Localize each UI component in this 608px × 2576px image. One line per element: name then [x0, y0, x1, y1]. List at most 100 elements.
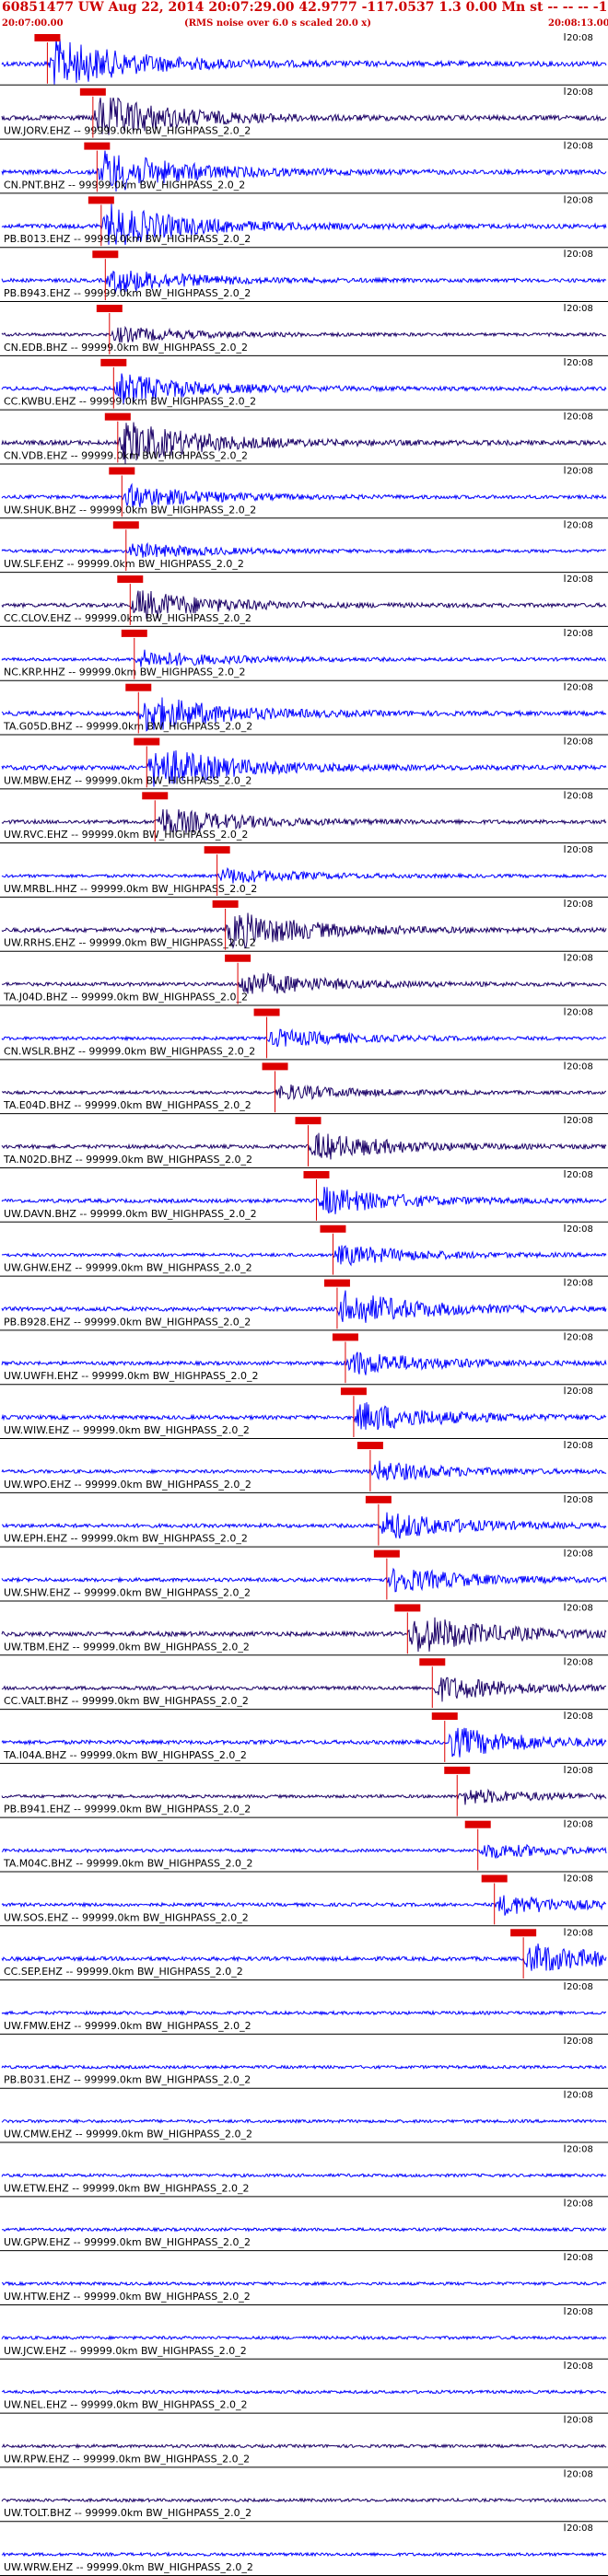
trace-row: 20:08 CC.CLOV.EHZ -- 99999.0km BW_HIGHPAS…	[0, 574, 608, 627]
pick-marker	[117, 575, 144, 584]
station-label: CC.SEP.EHZ -- 99999.0km BW_HIGHPASS_2.0_…	[4, 1966, 243, 1978]
trace-row: 20:08 UW.WRW.EHZ -- 99999.0km BW_HIGHPASS…	[0, 2524, 608, 2576]
trace-row: 20:08 UW.RVC.EHZ -- 99999.0km BW_HIGHPASS…	[0, 791, 608, 844]
trace-row: 20:08 UW.JCW.EHZ -- 99999.0km BW_HIGHPASS…	[0, 2306, 608, 2360]
minute-tick-label: 20:08	[567, 1387, 593, 1397]
station-label: UW.SLF.EHZ -- 99999.0km BW_HIGHPASS_2.0_…	[4, 558, 244, 570]
waveform	[1, 2443, 607, 2449]
minute-tick-label: 20:08	[567, 304, 593, 314]
station-label: NC.KRP.HHZ -- 99999.0km BW_HIGHPASS_2.0_…	[4, 667, 246, 679]
trace-row: 20:08 UW.JORV.EHZ -- 99999.0km BW_HIGHPAS…	[0, 87, 608, 140]
trace-row: 20:08 UW.ETW.EHZ -- 99999.0km BW_HIGHPASS…	[0, 2144, 608, 2198]
waveform	[1, 1460, 607, 1481]
minute-tick-label: 20:08	[567, 1170, 593, 1180]
pick-marker	[419, 1658, 446, 1666]
pick-marker	[88, 196, 114, 204]
minute-tick-label: 20:08	[567, 2469, 593, 2479]
minute-tick-label: 20:08	[567, 466, 593, 476]
minute-tick-label: 20:08	[567, 2416, 593, 2426]
pick-marker	[104, 412, 131, 421]
minute-tick-label: 20:08	[567, 1224, 593, 1235]
waveform	[2, 2226, 607, 2233]
pick-marker	[303, 1170, 330, 1178]
station-label: UW.WIW.EHZ -- 99999.0km BW_HIGHPASS_2.0_…	[4, 1424, 250, 1436]
trace-row: 20:08 UW.EPH.EHZ -- 99999.0km BW_HIGHPASS…	[0, 1494, 608, 1548]
minute-tick-label: 20:08	[567, 358, 593, 368]
minute-tick-label: 20:08	[567, 1766, 593, 1776]
station-label: PB.B928.EHZ -- 99999.0km BW_HIGHPASS_2.0…	[4, 1316, 251, 1328]
pick-marker	[79, 87, 106, 96]
minute-tick-label: 20:08	[567, 1874, 593, 1884]
minute-tick-label: 20:08	[567, 683, 593, 693]
station-label: UW.SOS.EHZ -- 99999.0km BW_HIGHPASS_2.0_…	[4, 1911, 249, 1923]
minute-tick-label: 20:08	[567, 2091, 593, 2101]
trace-row: 20:08 UW.TOLT.BHZ -- 99999.0km BW_HIGHPAS…	[0, 2469, 608, 2523]
station-label: CN.WSLR.BHZ -- 99999.0km BW_HIGHPASS_2.0…	[4, 1045, 255, 1057]
pick-marker	[323, 1279, 350, 1287]
minute-tick-label: 20:08	[567, 1982, 593, 1992]
pick-marker	[84, 142, 111, 150]
minute-tick-label: 20:08	[567, 1657, 593, 1667]
trace-row: 20:08 UW.SHW.EHZ -- 99999.0km BW_HIGHPASS…	[0, 1549, 608, 1602]
station-label: UW.EPH.EHZ -- 99999.0km BW_HIGHPASS_2.0_…	[4, 1533, 248, 1545]
station-label: PB.B943.EHZ -- 99999.0km BW_HIGHPASS_2.0…	[4, 287, 251, 299]
pick-marker	[109, 467, 135, 475]
minute-tick-label: 20:08	[567, 629, 593, 639]
trace-row: 20:08 UW.RPW.EHZ -- 99999.0km BW_HIGHPASS…	[0, 2415, 608, 2468]
station-label: UW.GHW.EHZ -- 99999.0km BW_HIGHPASS_2.0_…	[4, 1262, 252, 1274]
station-label: UW.RRHS.EHZ -- 99999.0km BW_HIGHPASS_2.0…	[4, 937, 256, 949]
waveform	[1, 866, 607, 884]
minute-tick-label: 20:08	[567, 1008, 593, 1018]
waveform	[1, 325, 607, 343]
station-label: UW.ETW.EHZ -- 99999.0km BW_HIGHPASS_2.0_…	[4, 2182, 249, 2194]
minute-tick-label: 20:08	[567, 87, 593, 98]
waveform	[1, 2064, 607, 2071]
station-label: UW.GPW.EHZ -- 99999.0km BW_HIGHPASS_2.0_…	[4, 2236, 251, 2248]
trace-row: 20:08 UW.SHUK.BHZ -- 99999.0km BW_HIGHPAS…	[0, 466, 608, 519]
seismogram-plot: 20:08 20:08 UW.JORV.EHZ -- 99999.0km BW_HI…	[0, 33, 608, 2576]
minute-tick-label: 20:08	[567, 2524, 593, 2534]
event-title: 60851477 UW Aug 22, 2014 20:07:29.00 42.…	[2, 0, 608, 15]
pick-marker	[100, 358, 127, 366]
pick-marker	[320, 1224, 346, 1233]
minute-tick-label: 20:08	[567, 1603, 593, 1613]
trace-row: 20:08 UW.WIW.EHZ -- 99999.0km BW_HIGHPASS…	[0, 1387, 608, 1440]
station-label: UW.TBM.EHZ -- 99999.0km BW_HIGHPASS_2.0_…	[4, 1641, 250, 1653]
station-label: UW.RVC.EHZ -- 99999.0km BW_HIGHPASS_2.0_…	[4, 829, 248, 841]
trace-row: 20:08 UW.CMW.EHZ -- 99999.0km BW_HIGHPASS…	[0, 2090, 608, 2143]
station-label: UW.WPO.EHZ -- 99999.0km BW_HIGHPASS_2.0_…	[4, 1479, 251, 1491]
trace-row: 20:08 PB.B031.EHZ -- 99999.0km BW_HIGHPAS…	[0, 2036, 608, 2089]
minute-tick-label: 20:08	[567, 1495, 593, 1505]
pick-marker	[357, 1442, 383, 1450]
station-label: UW.JCW.EHZ -- 99999.0km BW_HIGHPASS_2.0_…	[4, 2345, 247, 2357]
trace-row: 20:08 CN.PNT.BHZ -- 99999.0km BW_HIGHPASS…	[0, 141, 608, 194]
pick-marker	[431, 1712, 458, 1721]
trace-row: 20:08 PB.B943.EHZ -- 99999.0km BW_HIGHPAS…	[0, 249, 608, 303]
minute-tick-label: 20:08	[567, 1820, 593, 1830]
trace-row: 20:08 UW.DAVN.BHZ -- 99999.0km BW_HIGHPAS…	[0, 1169, 608, 1223]
station-label: UW.DAVN.BHZ -- 99999.0km BW_HIGHPASS_2.0…	[4, 1208, 257, 1220]
station-label: UW.SHUK.BHZ -- 99999.0km BW_HIGHPASS_2.0…	[4, 504, 256, 516]
trace-row: 20:08 TA.M04C.BHZ -- 99999.0km BW_HIGHPAS…	[0, 1819, 608, 1873]
minute-tick-label: 20:08	[567, 845, 593, 855]
minute-tick-label: 20:08	[567, 1116, 593, 1126]
trace-row: 20:08 UW.HTW.EHZ -- 99999.0km BW_HIGHPASS…	[0, 2253, 608, 2305]
station-label: CC.VALT.BHZ -- 99999.0km BW_HIGHPASS_2.0…	[4, 1695, 249, 1707]
station-label: UW.WRW.EHZ -- 99999.0km BW_HIGHPASS_2.0_…	[4, 2561, 253, 2573]
minute-tick-label: 20:08	[567, 1332, 593, 1342]
station-label: CC.KWBU.EHZ -- 99999.0km BW_HIGHPASS_2.0…	[4, 396, 256, 408]
minute-tick-label: 20:08	[567, 791, 593, 801]
pick-marker	[125, 683, 152, 691]
station-label: UW.MBW.EHZ -- 99999.0km BW_HIGHPASS_2.0_…	[4, 774, 251, 786]
waveform	[1, 38, 607, 85]
station-label: CC.CLOV.EHZ -- 99999.0km BW_HIGHPASS_2.0…	[4, 612, 251, 624]
trace-row: 20:08 UW.MBW.EHZ -- 99999.0km BW_HIGHPASS…	[0, 737, 608, 790]
waveform	[1, 2118, 607, 2125]
pick-marker	[464, 1820, 491, 1828]
pick-marker	[262, 1062, 288, 1071]
pick-marker	[444, 1766, 471, 1774]
trace-row: 20:08 UW.NEL.EHZ -- 99999.0km BW_HIGHPASS…	[0, 2361, 608, 2414]
minute-tick-label: 20:08	[567, 737, 593, 748]
pick-marker	[373, 1549, 400, 1558]
waveform	[1, 2172, 607, 2178]
